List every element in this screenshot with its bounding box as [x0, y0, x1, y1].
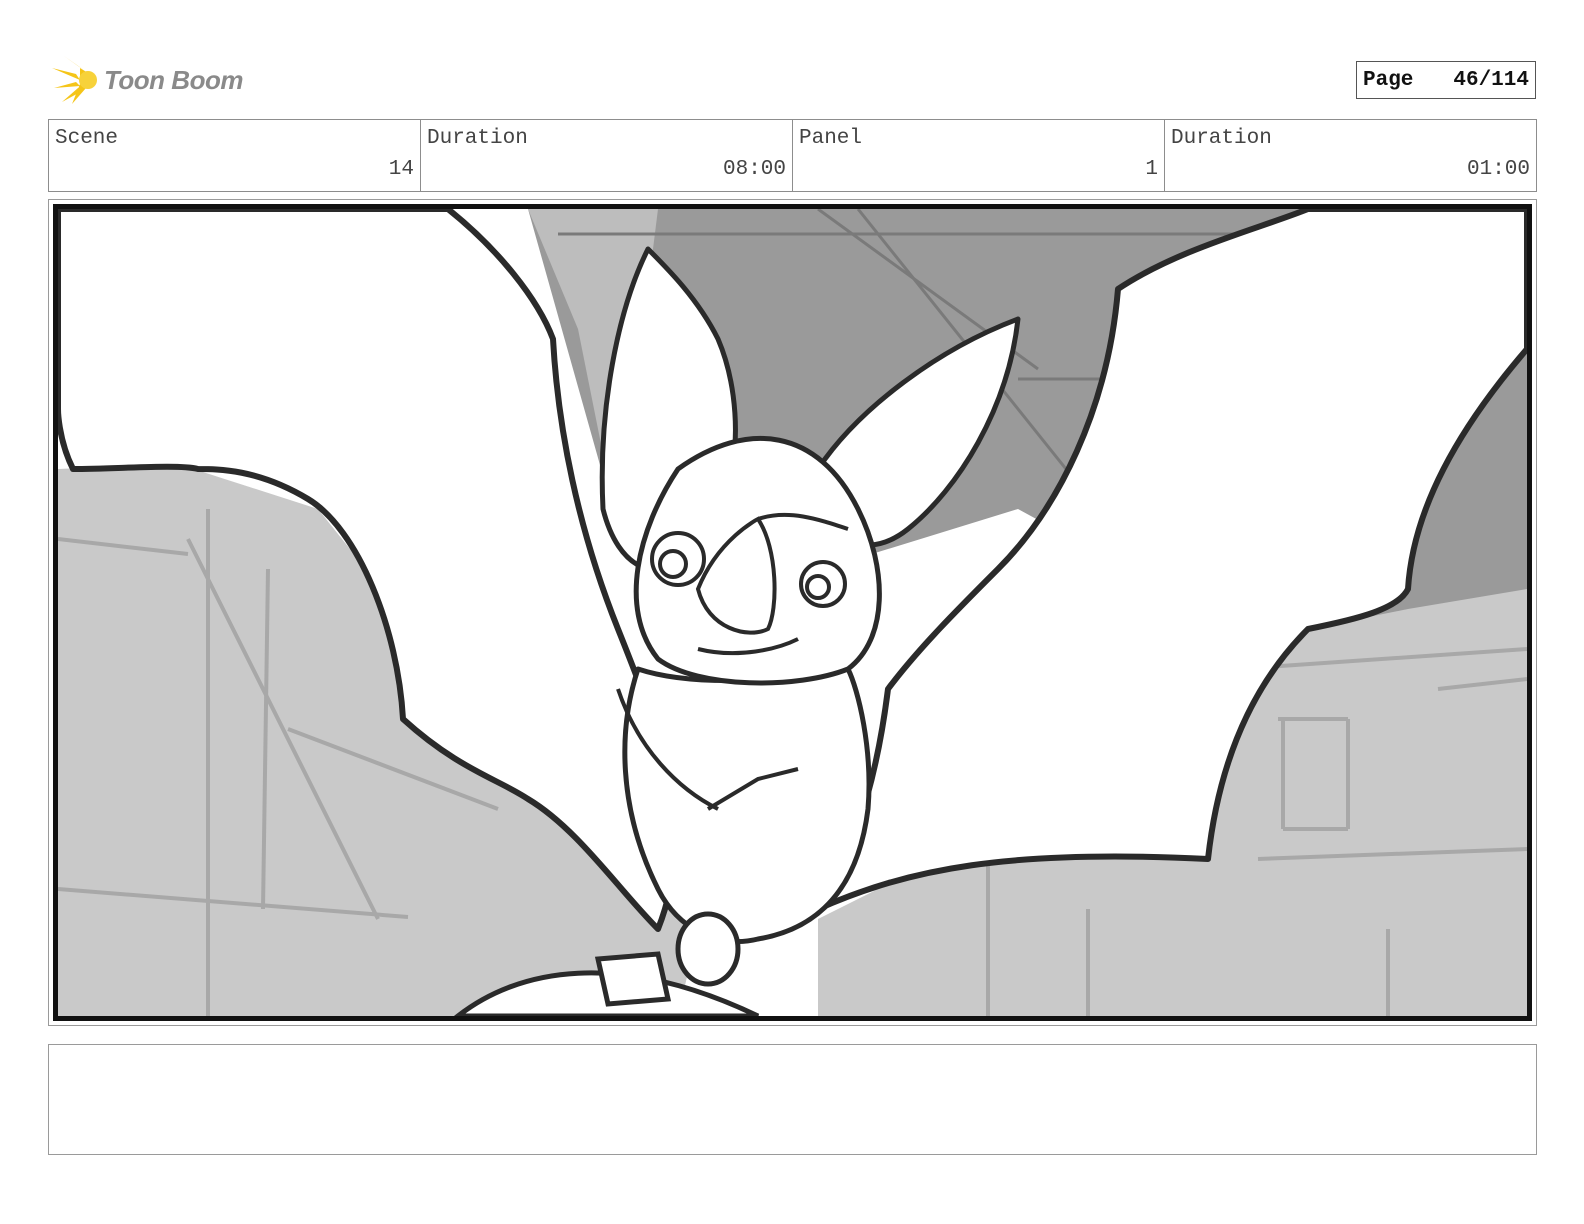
- scene-cell: Scene 14: [49, 120, 421, 191]
- page-value: 46/114: [1453, 68, 1529, 92]
- page-counter: Page 46/114: [1356, 61, 1536, 99]
- panel-duration-label: Duration: [1171, 127, 1272, 150]
- logo-text: Toon Boom: [104, 64, 243, 95]
- scene-duration-value: 08:00: [722, 158, 786, 181]
- panel-duration-cell: Duration 01:00: [1165, 120, 1536, 191]
- scene-value: 14: [388, 158, 414, 181]
- scene-label: Scene: [55, 127, 119, 150]
- bat-character-sketch: [58, 209, 1527, 1016]
- starburst-logo-icon: [52, 56, 97, 104]
- panel-info-row: Scene 14 Duration 08:00 Panel 1 Duration…: [48, 119, 1537, 192]
- panel-label: Panel: [799, 127, 863, 150]
- panel-notes-box[interactable]: [48, 1044, 1537, 1155]
- panel-cell: Panel 1: [793, 120, 1165, 191]
- panel-duration-value: 01:00: [1466, 158, 1530, 181]
- scene-duration-label: Duration: [427, 127, 528, 150]
- scene-duration-cell: Duration 08:00: [421, 120, 793, 191]
- panel-image: [53, 204, 1532, 1021]
- panel-value: 1: [1145, 158, 1158, 181]
- page-label: Page: [1363, 68, 1414, 92]
- panel-frame: [48, 199, 1537, 1026]
- toon-boom-logo: Toon Boom: [50, 54, 243, 106]
